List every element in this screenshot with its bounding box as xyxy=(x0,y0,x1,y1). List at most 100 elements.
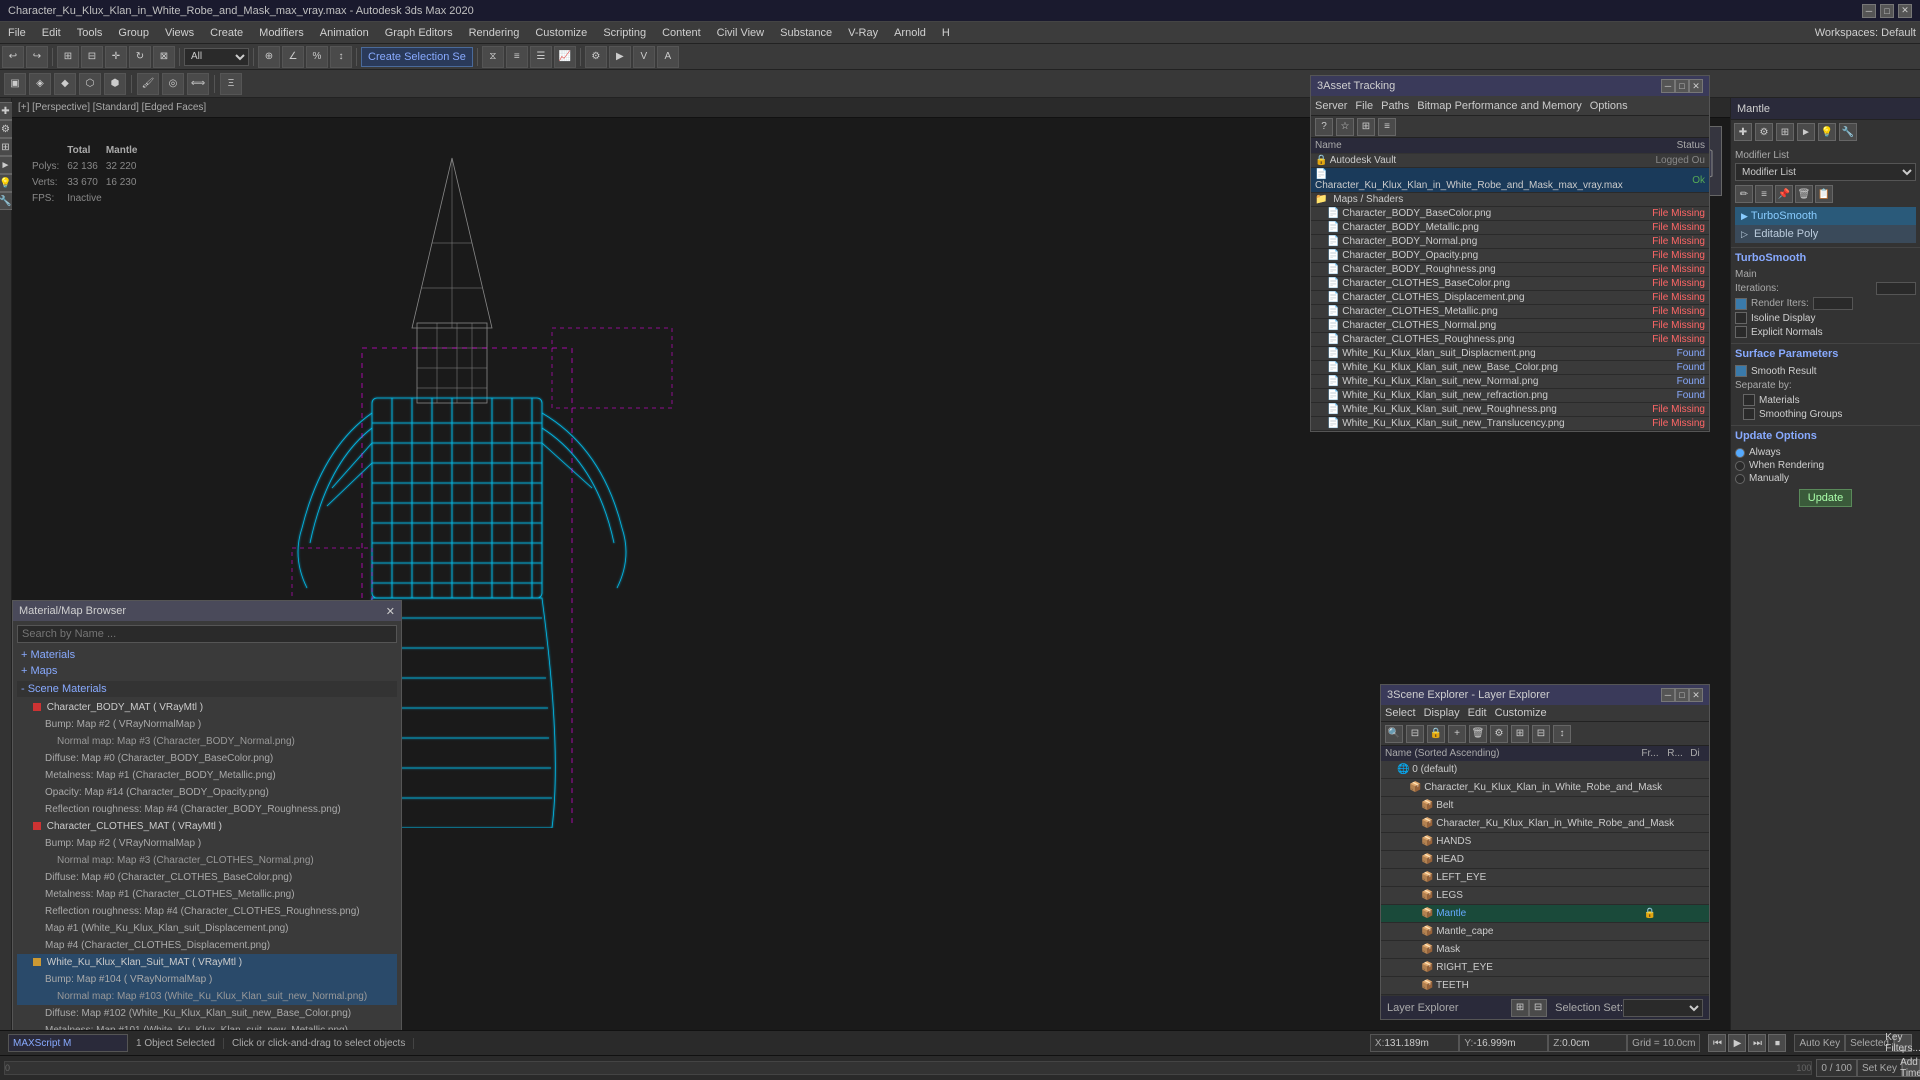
at-vault-row[interactable]: 🔒 Autodesk Vault Logged Ou xyxy=(1311,154,1709,168)
menu-animation[interactable]: Animation xyxy=(312,22,377,43)
le-add-layer-icon[interactable]: + xyxy=(1448,725,1466,743)
le-obj-left-eye[interactable]: 📦 LEFT_EYE xyxy=(1381,869,1709,887)
at-close[interactable]: ✕ xyxy=(1689,79,1703,93)
editable-poly-modifier[interactable]: ▷ Editable Poly xyxy=(1735,225,1916,243)
sculpt-button[interactable]: ◎ xyxy=(162,73,184,95)
le-layer-default[interactable]: 🌐 0 (default) xyxy=(1381,761,1709,779)
paint-button[interactable]: 🖌 xyxy=(137,73,159,95)
scale-button[interactable]: ⊠ xyxy=(153,46,175,68)
at-folder-row[interactable]: 📁 Maps / Shaders xyxy=(1311,193,1709,207)
mat-clothes-metalness[interactable]: Metalness: Map #1 (Character_CLOTHES_Met… xyxy=(17,886,397,903)
render-iters-checkbox[interactable] xyxy=(1735,298,1747,310)
select-region-button[interactable]: ⊟ xyxy=(81,46,103,68)
at-file-1[interactable]: 📄 Character_BODY_Metallic.png File Missi… xyxy=(1311,221,1709,235)
materials-checkbox[interactable] xyxy=(1743,394,1755,406)
menu-views[interactable]: Views xyxy=(157,22,202,43)
vray-icon[interactable]: V xyxy=(633,46,655,68)
le-obj-legs[interactable]: 📦 LEGS xyxy=(1381,887,1709,905)
angle-snap[interactable]: ∠ xyxy=(282,46,304,68)
menu-customize[interactable]: Customize xyxy=(527,22,595,43)
asset-tracking-titlebar[interactable]: 3 Asset Tracking ─ □ ✕ xyxy=(1311,76,1709,96)
at-file-3[interactable]: 📄 Character_BODY_Opacity.png File Missin… xyxy=(1311,249,1709,263)
at-file-11[interactable]: 📄 White_Ku_Klux_Klan_suit_new_Base_Color… xyxy=(1311,361,1709,375)
vertex-mode[interactable]: ◆ xyxy=(54,73,76,95)
mat-clothes-disp2[interactable]: Map #4 (Character_CLOTHES_Displacement.p… xyxy=(17,937,397,954)
menu-substance[interactable]: Substance xyxy=(772,22,840,43)
mirror-button[interactable]: ⧖ xyxy=(482,46,504,68)
frame-number[interactable]: 0 / 100 xyxy=(1816,1059,1857,1077)
hierarchy-tab-icon[interactable]: ⊞ xyxy=(1776,123,1794,141)
add-time-tag-icon[interactable]: + Add Time Tag xyxy=(1902,1059,1920,1077)
arnold-icon[interactable]: A xyxy=(657,46,679,68)
at-file-9[interactable]: 📄 Character_CLOTHES_Roughness.png File M… xyxy=(1311,333,1709,347)
mat-body-opacity[interactable]: Opacity: Map #14 (Character_BODY_Opacity… xyxy=(17,784,397,801)
le-obj-mantle-cape[interactable]: 📦 Mantle_cape xyxy=(1381,923,1709,941)
at-file-14[interactable]: 📄 White_Ku_Klux_Klan_suit_new_Roughness.… xyxy=(1311,403,1709,417)
mat-clothes-normal[interactable]: Normal map: Map #3 (Character_CLOTHES_No… xyxy=(17,852,397,869)
reference-coord-select[interactable]: All Selected xyxy=(184,48,249,66)
le-search-icon[interactable]: 🔍 xyxy=(1385,725,1403,743)
create-tab-icon[interactable]: ✚ xyxy=(1734,123,1752,141)
le-obj-teeth[interactable]: 📦 TEETH xyxy=(1381,977,1709,995)
le-display[interactable]: Display xyxy=(1424,707,1460,719)
mat-suit-diffuse[interactable]: Diffuse: Map #102 (White_Ku_Klux_Klan_su… xyxy=(17,1005,397,1022)
mat-body-diffuse[interactable]: Diffuse: Map #0 (Character_BODY_BaseColo… xyxy=(17,750,397,767)
material-browser-close[interactable]: ✕ xyxy=(386,605,395,618)
modifier-delete-icon[interactable]: 🗑 xyxy=(1795,185,1813,203)
render-setup[interactable]: ⚙ xyxy=(585,46,607,68)
smoothing-groups-checkbox[interactable] xyxy=(1743,408,1755,420)
at-server[interactable]: Server xyxy=(1315,100,1347,112)
explicit-normals-checkbox[interactable] xyxy=(1735,326,1747,338)
le-options-icon[interactable]: ⚙ xyxy=(1490,725,1508,743)
at-star-icon[interactable]: ☆ xyxy=(1336,118,1354,136)
materials-section[interactable]: + Materials xyxy=(17,647,397,663)
prev-frame-icon[interactable]: ⏮ xyxy=(1708,1034,1726,1052)
create-selection-button[interactable]: Create Selection Se xyxy=(361,47,473,67)
at-file-15[interactable]: 📄 White_Ku_Klux_Klan_suit_new_Translucen… xyxy=(1311,417,1709,431)
when-rendering-radio[interactable] xyxy=(1735,461,1745,471)
maps-section[interactable]: + Maps xyxy=(17,663,397,679)
le-filter-icon[interactable]: ⊟ xyxy=(1406,725,1424,743)
menu-tools[interactable]: Tools xyxy=(69,22,111,43)
le-close[interactable]: ✕ xyxy=(1689,688,1703,702)
le-edit[interactable]: Edit xyxy=(1468,707,1487,719)
turbosmoother-modifier[interactable]: ▶ TurboSmooth xyxy=(1735,207,1916,225)
redo-button[interactable]: ↪ xyxy=(26,46,48,68)
le-collapse-icon[interactable]: ⊟ xyxy=(1532,725,1550,743)
at-file-10[interactable]: 📄 White_Ku_Klux_klan_suit_Displacment.pn… xyxy=(1311,347,1709,361)
le-minimize[interactable]: ─ xyxy=(1661,688,1675,702)
x-input[interactable] xyxy=(1384,1038,1454,1049)
at-file-6[interactable]: 📄 Character_CLOTHES_Displacement.png Fil… xyxy=(1311,291,1709,305)
menu-group[interactable]: Group xyxy=(110,22,157,43)
at-paths[interactable]: Paths xyxy=(1381,100,1409,112)
close-button[interactable]: ✕ xyxy=(1898,4,1912,18)
le-footer-icon1[interactable]: ⊞ xyxy=(1511,999,1529,1017)
le-obj-belt[interactable]: 📦 Belt xyxy=(1381,797,1709,815)
curve-editor[interactable]: 📈 xyxy=(554,46,576,68)
minimize-button[interactable]: ─ xyxy=(1862,4,1876,18)
next-frame-icon[interactable]: ⏭ xyxy=(1748,1034,1766,1052)
at-main-file-row[interactable]: 📄 Character_Ku_Klux_Klan_in_White_Robe_a… xyxy=(1311,168,1709,193)
symmetry-button[interactable]: ⟺ xyxy=(187,73,209,95)
ribbon-tab[interactable]: Ξ xyxy=(220,73,242,95)
modify-tab-icon[interactable]: ⚙ xyxy=(1755,123,1773,141)
y-input[interactable] xyxy=(1473,1038,1543,1049)
le-obj-head[interactable]: 📦 HEAD xyxy=(1381,851,1709,869)
mat-clothes-diffuse[interactable]: Diffuse: Map #0 (Character_CLOTHES_BaseC… xyxy=(17,869,397,886)
at-file-12[interactable]: 📄 White_Ku_Klux_Klan_suit_new_Normal.png… xyxy=(1311,375,1709,389)
mat-suit-bump[interactable]: Bump: Map #104 ( VRayNormalMap ) xyxy=(17,971,397,988)
edge-mode[interactable]: ◈ xyxy=(29,73,51,95)
menu-scripting[interactable]: Scripting xyxy=(595,22,654,43)
menu-content[interactable]: Content xyxy=(654,22,709,43)
modifier-edit-icon[interactable]: ✏ xyxy=(1735,185,1753,203)
polygon-mode[interactable]: ▣ xyxy=(4,73,26,95)
move-button[interactable]: ✛ xyxy=(105,46,127,68)
always-radio[interactable] xyxy=(1735,448,1745,458)
at-bitmap[interactable]: Bitmap Performance and Memory xyxy=(1417,100,1581,112)
le-obj-right-eye[interactable]: 📦 RIGHT_EYE xyxy=(1381,959,1709,977)
le-sort-icon[interactable]: ↕ xyxy=(1553,725,1571,743)
stop-icon[interactable]: ⏹ xyxy=(1768,1034,1786,1052)
manually-radio[interactable] xyxy=(1735,474,1745,484)
modifier-list-select[interactable]: Modifier List xyxy=(1735,163,1916,181)
at-file-4[interactable]: 📄 Character_BODY_Roughness.png File Miss… xyxy=(1311,263,1709,277)
